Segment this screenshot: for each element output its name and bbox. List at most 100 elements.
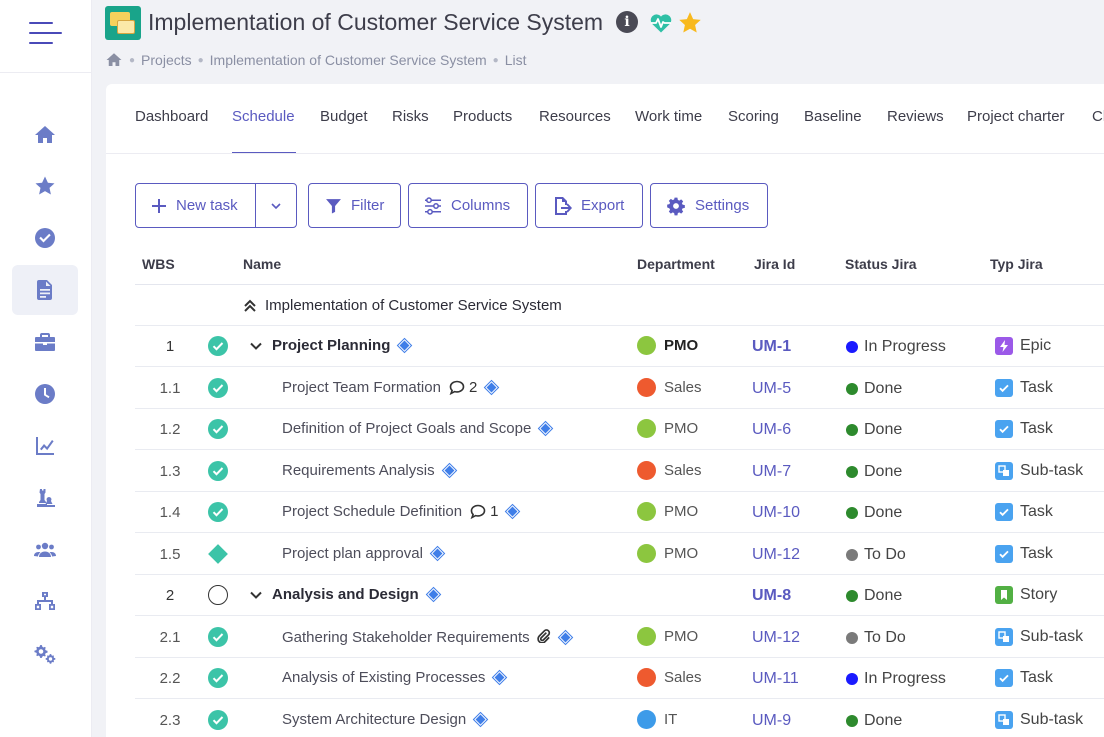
- table-row[interactable]: 2.3 System Architecture Design IT UM-9 Done S…: [135, 700, 1104, 737]
- favorite-star-icon[interactable]: [677, 10, 703, 36]
- table-row[interactable]: 1.1 Project Team Formation 2 Sales UM-5 Done T…: [135, 368, 1104, 409]
- tab-work-time[interactable]: Work time: [635, 108, 702, 125]
- breadcrumb-home[interactable]: [105, 51, 123, 69]
- chevron-down-icon[interactable]: [249, 339, 272, 353]
- page-header: Implementation of Customer Service Syste…: [92, 0, 1104, 84]
- project-group-row[interactable]: Implementation of Customer Service Syste…: [135, 285, 1104, 326]
- table-row[interactable]: 1.2 Definition of Project Goals and Scope…: [135, 409, 1104, 450]
- new-task-dropdown-button[interactable]: [255, 183, 297, 228]
- jira-link-icon[interactable]: [397, 337, 413, 354]
- collapse-all-icon[interactable]: [243, 299, 257, 313]
- comment-count[interactable]: 1: [470, 503, 498, 520]
- status-complete-icon[interactable]: [208, 460, 228, 481]
- sidebar-item-strategy[interactable]: [12, 473, 78, 523]
- status-complete-icon[interactable]: [208, 709, 228, 730]
- row-name[interactable]: Project Team Formation 2: [282, 379, 500, 396]
- jira-link-icon[interactable]: [557, 629, 573, 645]
- jira-link-icon[interactable]: [472, 711, 489, 727]
- row-name[interactable]: Definition of Project Goals and Scope: [282, 420, 554, 437]
- breadcrumb-projects[interactable]: Projects: [141, 52, 192, 68]
- tab-dashboard[interactable]: Dashboard: [135, 108, 208, 125]
- jira-link-icon[interactable]: [505, 503, 521, 520]
- tab-reviews[interactable]: Reviews: [887, 108, 944, 125]
- tab-products[interactable]: Products: [453, 108, 512, 125]
- status-open-icon[interactable]: [208, 585, 228, 605]
- jira-link-icon[interactable]: [441, 462, 457, 478]
- row-jira-id-link[interactable]: UM-9: [752, 712, 791, 730]
- sidebar-item-structure[interactable]: [12, 577, 78, 627]
- table-row[interactable]: 1 Project Planning PMO UM-1 In Progress Epic: [135, 326, 1104, 367]
- column-header-name[interactable]: Name: [243, 256, 281, 272]
- row-name[interactable]: System Architecture Design: [282, 711, 489, 728]
- row-name[interactable]: Gathering Stakeholder Requirements: [282, 628, 573, 647]
- row-name[interactable]: Project Planning: [249, 337, 413, 354]
- milestone-icon[interactable]: [208, 544, 228, 564]
- jira-link-icon[interactable]: [484, 379, 500, 395]
- export-button[interactable]: Export: [535, 183, 643, 228]
- table-row[interactable]: 1.5 Project plan approval PMO UM-12 To Do Tas…: [135, 534, 1104, 575]
- sidebar-item-tasks[interactable]: [12, 213, 78, 263]
- row-name[interactable]: Requirements Analysis: [282, 462, 457, 479]
- row-name[interactable]: Analysis of Existing Processes: [282, 669, 508, 686]
- table-row[interactable]: 1.4 Project Schedule Definition 1 PMO UM-10 D…: [135, 492, 1104, 533]
- status-complete-icon[interactable]: [208, 668, 228, 688]
- row-name[interactable]: Project plan approval: [282, 545, 446, 562]
- row-jira-id-link[interactable]: UM-12: [752, 546, 800, 564]
- chevron-down-icon[interactable]: [249, 588, 272, 602]
- tab-schedule[interactable]: Schedule: [232, 108, 295, 125]
- table-row[interactable]: 2.2 Analysis of Existing Processes Sales UM…: [135, 658, 1104, 699]
- columns-button[interactable]: Columns: [408, 183, 528, 228]
- column-header-status-jira[interactable]: Status Jira: [845, 256, 917, 272]
- menu-toggle-icon[interactable]: [29, 20, 63, 46]
- column-header-department[interactable]: Department: [637, 256, 715, 272]
- comment-count[interactable]: 2: [449, 379, 477, 396]
- tab-scoring[interactable]: Scoring: [728, 108, 779, 125]
- row-jira-id-link[interactable]: UM-1: [752, 338, 791, 356]
- jira-link-icon[interactable]: [425, 586, 441, 603]
- sidebar-item-portfolio[interactable]: [12, 317, 78, 367]
- status-complete-icon[interactable]: [208, 377, 228, 398]
- jira-link-icon[interactable]: [538, 420, 554, 437]
- status-complete-icon[interactable]: [208, 336, 228, 356]
- tab-project-charter[interactable]: Project charter: [967, 108, 1065, 125]
- row-jira-id-link[interactable]: UM-7: [752, 463, 791, 481]
- column-header-wbs[interactable]: WBS: [142, 256, 175, 272]
- filter-button[interactable]: Filter: [308, 183, 401, 228]
- row-name[interactable]: Project Schedule Definition 1: [282, 503, 521, 520]
- attachment-icon[interactable]: [530, 628, 551, 647]
- sidebar-item-projects[interactable]: [12, 265, 78, 315]
- row-jira-id-link[interactable]: UM-10: [752, 504, 800, 522]
- status-complete-icon[interactable]: [208, 419, 228, 439]
- sidebar-item-reports[interactable]: [12, 421, 78, 471]
- info-icon[interactable]: i: [616, 11, 638, 33]
- row-jira-id-link[interactable]: UM-8: [752, 587, 791, 605]
- row-jira-id-link[interactable]: UM-12: [752, 629, 800, 647]
- jira-link-icon[interactable]: [492, 669, 508, 686]
- tab-overflow[interactable]: Cl: [1092, 108, 1104, 125]
- jira-link-icon[interactable]: [429, 545, 446, 561]
- tab-risks[interactable]: Risks: [392, 108, 429, 125]
- row-name[interactable]: Analysis and Design: [249, 586, 441, 603]
- heart-pulse-icon[interactable]: [649, 12, 673, 34]
- tab-budget[interactable]: Budget: [320, 108, 368, 125]
- row-jira-id-link[interactable]: UM-5: [752, 380, 791, 398]
- status-complete-icon[interactable]: [208, 626, 228, 647]
- row-jira-id-link[interactable]: UM-6: [752, 421, 791, 439]
- sidebar-item-time[interactable]: [12, 369, 78, 419]
- sidebar-item-settings[interactable]: [12, 629, 78, 679]
- tab-resources[interactable]: Resources: [539, 108, 611, 125]
- new-task-button[interactable]: New task: [135, 183, 256, 228]
- settings-button[interactable]: Settings: [650, 183, 768, 228]
- table-row[interactable]: 2.1 Gathering Stakeholder Requirements PMO…: [135, 617, 1104, 658]
- breadcrumb-project[interactable]: Implementation of Customer Service Syste…: [210, 52, 487, 68]
- table-row[interactable]: 2 Analysis and Design UM-8 Done Story: [135, 575, 1104, 616]
- status-complete-icon[interactable]: [208, 502, 228, 522]
- sidebar-item-home[interactable]: [12, 110, 78, 160]
- sidebar-item-favorites[interactable]: [12, 161, 78, 211]
- column-header-jira-id[interactable]: Jira Id: [754, 256, 795, 272]
- sidebar-item-users[interactable]: [12, 525, 78, 575]
- column-header-typ-jira[interactable]: Typ Jira: [990, 256, 1043, 272]
- row-jira-id-link[interactable]: UM-11: [752, 670, 799, 688]
- tab-baseline[interactable]: Baseline: [804, 108, 862, 125]
- table-row[interactable]: 1.3 Requirements Analysis Sales UM-7 Done Sub…: [135, 451, 1104, 492]
